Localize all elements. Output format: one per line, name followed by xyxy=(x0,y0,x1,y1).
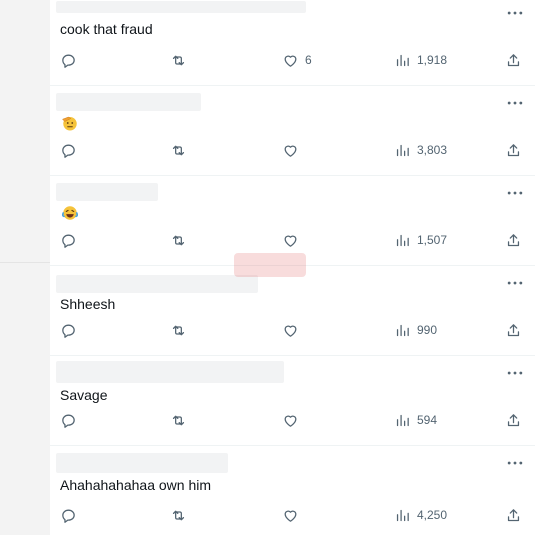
retweet-button[interactable] xyxy=(170,50,187,70)
heart-icon xyxy=(284,415,297,427)
retweet-icon xyxy=(172,325,185,335)
reply-bubble-icon xyxy=(62,414,75,428)
share-button[interactable] xyxy=(505,140,522,160)
reply-bubble-icon xyxy=(62,509,75,523)
views-button[interactable]: 990 xyxy=(394,320,437,340)
reply-button[interactable] xyxy=(60,230,77,250)
reply-button[interactable] xyxy=(60,50,77,70)
heart-icon xyxy=(284,55,297,67)
action-bar: 3,803 xyxy=(50,140,535,160)
retweet-icon xyxy=(172,510,185,520)
redacted-author xyxy=(56,361,284,383)
crying-laughing-emoji xyxy=(61,206,79,220)
redacted-author xyxy=(56,1,306,13)
reply-text: Savage xyxy=(60,387,108,403)
like-button[interactable] xyxy=(282,140,305,160)
view-count: 3,803 xyxy=(417,143,448,157)
views-button[interactable]: 1,918 xyxy=(394,50,447,70)
watermark-logo xyxy=(234,253,306,277)
retweet-button[interactable] xyxy=(170,410,187,430)
like-button[interactable] xyxy=(282,410,305,430)
views-bar-chart-icon xyxy=(396,144,409,156)
views-bar-chart-icon xyxy=(396,234,409,246)
reply-item[interactable]: cook that fraud 6 1,918 xyxy=(50,0,535,86)
view-count: 594 xyxy=(417,413,438,427)
views-button[interactable]: 4,250 xyxy=(394,505,447,525)
more-options-icon[interactable] xyxy=(505,183,525,203)
share-button[interactable] xyxy=(505,50,522,70)
like-count: 6 xyxy=(305,53,312,67)
like-button[interactable] xyxy=(282,505,305,525)
views-bar-chart-icon xyxy=(396,509,409,521)
share-button[interactable] xyxy=(505,320,522,340)
reply-bubble-icon xyxy=(62,234,75,248)
reply-text: Ahahahahahaa own him xyxy=(60,477,212,493)
reply-item[interactable]: Ahahahahahaa own him 4,250 xyxy=(50,445,535,535)
views-bar-chart-icon xyxy=(396,414,409,426)
views-button[interactable]: 594 xyxy=(394,410,437,430)
more-options-icon[interactable] xyxy=(505,453,525,473)
more-options-icon[interactable] xyxy=(505,363,525,383)
view-count: 1,507 xyxy=(417,233,448,247)
view-count: 4,250 xyxy=(417,508,448,522)
share-upload-icon xyxy=(507,143,520,156)
retweet-icon xyxy=(172,235,185,245)
action-bar: 990 xyxy=(50,320,535,340)
more-options-icon[interactable] xyxy=(505,273,525,293)
retweet-icon xyxy=(172,55,185,65)
view-count: 990 xyxy=(417,323,438,337)
redacted-author xyxy=(56,183,158,201)
action-bar: 594 xyxy=(50,410,535,430)
heart-icon xyxy=(284,325,297,337)
share-upload-icon xyxy=(507,53,520,66)
left-gutter xyxy=(0,0,50,535)
reply-bubble-icon xyxy=(62,144,75,158)
redacted-author xyxy=(56,453,228,473)
view-count: 1,918 xyxy=(417,53,448,67)
retweet-icon xyxy=(172,145,185,155)
more-options-icon[interactable] xyxy=(505,93,525,113)
share-upload-icon xyxy=(507,323,520,336)
reply-item[interactable]: Savage 594 xyxy=(50,355,535,446)
share-upload-icon xyxy=(507,233,520,246)
like-button[interactable]: 6 xyxy=(282,50,312,70)
views-bar-chart-icon xyxy=(396,54,409,66)
redacted-author xyxy=(56,93,201,111)
reply-text: Shheesh xyxy=(60,296,116,312)
retweet-button[interactable] xyxy=(170,505,187,525)
views-bar-chart-icon xyxy=(396,324,409,336)
reply-button[interactable] xyxy=(60,140,77,160)
heart-icon xyxy=(284,145,297,157)
reply-button[interactable] xyxy=(60,505,77,525)
reply-button[interactable] xyxy=(60,320,77,340)
saluting-face-emoji xyxy=(62,116,77,131)
share-button[interactable] xyxy=(505,230,522,250)
retweet-icon xyxy=(172,415,185,425)
views-button[interactable]: 3,803 xyxy=(394,140,447,160)
retweet-button[interactable] xyxy=(170,140,187,160)
reply-bubble-icon xyxy=(62,54,75,68)
action-bar: 6 1,918 xyxy=(50,50,535,70)
share-upload-icon xyxy=(507,413,520,426)
action-bar: 4,250 xyxy=(50,505,535,525)
reply-button[interactable] xyxy=(60,410,77,430)
retweet-button[interactable] xyxy=(170,230,187,250)
retweet-button[interactable] xyxy=(170,320,187,340)
reply-text: cook that fraud xyxy=(60,21,153,37)
reply-item[interactable]: 3,803 xyxy=(50,85,535,176)
like-button[interactable] xyxy=(282,320,305,340)
views-button[interactable]: 1,507 xyxy=(394,230,447,250)
more-options-icon[interactable] xyxy=(505,3,525,23)
share-upload-icon xyxy=(507,508,520,521)
redacted-author xyxy=(56,275,258,293)
share-button[interactable] xyxy=(505,505,522,525)
share-button[interactable] xyxy=(505,410,522,430)
heart-icon xyxy=(284,510,297,522)
reply-bubble-icon xyxy=(62,324,75,338)
